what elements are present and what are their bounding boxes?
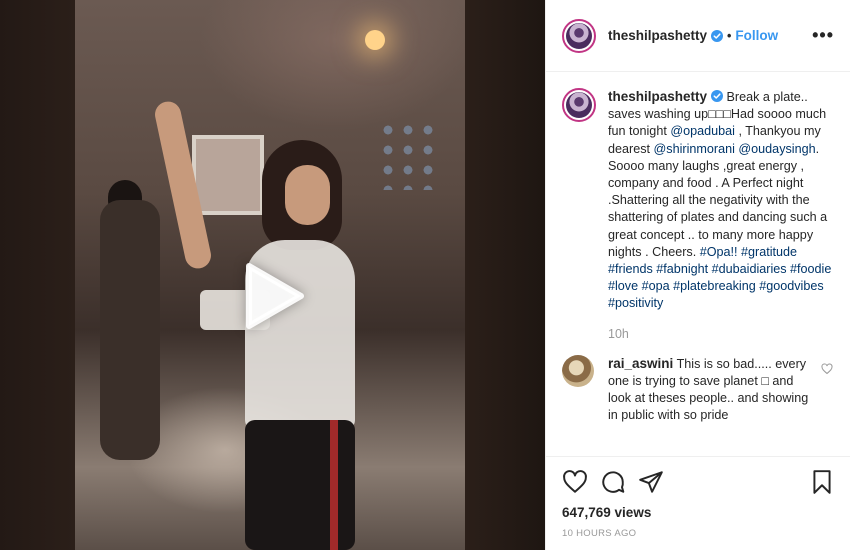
caption-username[interactable]: theshilpashetty — [608, 89, 707, 104]
heart-icon[interactable] — [562, 469, 588, 495]
comment-text: rai_aswini This is so bad..... every one… — [608, 355, 816, 425]
post-sidebar: theshilpashetty • Follow ••• theshilpash… — [545, 0, 850, 550]
mention-oudaysingh[interactable]: @oudaysingh — [738, 142, 815, 156]
wall-painting — [192, 135, 264, 215]
like-comment-icon[interactable] — [821, 363, 833, 375]
dancer-face — [285, 165, 330, 225]
header-separator: • — [727, 28, 732, 43]
wall-plates — [378, 120, 438, 190]
video-letterbox-right — [465, 0, 545, 550]
avatar[interactable] — [562, 18, 596, 53]
play-button[interactable] — [238, 260, 310, 332]
string-light — [365, 30, 385, 50]
verified-badge-icon — [711, 29, 724, 42]
caption: theshilpashetty Break a plate.. saves wa… — [562, 88, 835, 313]
caption-avatar[interactable] — [562, 88, 596, 122]
action-icons — [562, 457, 835, 507]
header-username[interactable]: theshilpashetty — [608, 28, 707, 43]
caption-text: theshilpashetty Break a plate.. saves wa… — [608, 88, 835, 313]
comment-username[interactable]: rai_aswini — [608, 356, 673, 371]
comment-icon[interactable] — [600, 469, 626, 495]
comments-section[interactable]: theshilpashetty Break a plate.. saves wa… — [546, 88, 850, 456]
more-options-button[interactable]: ••• — [812, 25, 834, 46]
caption-timestamp[interactable]: 10h — [608, 327, 835, 341]
share-icon[interactable] — [638, 469, 664, 495]
bookmark-icon[interactable] — [809, 469, 835, 495]
mention-shirinmorani[interactable]: @shirinmorani — [654, 142, 735, 156]
caption-body-4: . Soooo many laughs ,great energy , comp… — [608, 141, 828, 259]
action-bar: 647,769 views 10 HOURS AGO — [546, 456, 850, 539]
video-letterbox-left — [0, 0, 75, 550]
list-item: rai_aswini This is so bad..... every one… — [562, 354, 835, 425]
view-count[interactable]: 647,769 views — [562, 505, 835, 520]
instagram-post: theshilpashetty • Follow ••• theshilpash… — [0, 0, 850, 550]
post-header: theshilpashetty • Follow ••• — [546, 0, 850, 72]
mention-opadubai[interactable]: @opadubai — [670, 124, 735, 138]
follow-button[interactable]: Follow — [735, 28, 778, 43]
background-man — [100, 200, 160, 460]
dancer-pants — [245, 420, 355, 550]
comment-avatar[interactable] — [562, 354, 594, 387]
post-time-ago[interactable]: 10 HOURS AGO — [562, 528, 835, 539]
dancer-pants-stripe — [330, 420, 338, 550]
video-player[interactable] — [0, 0, 545, 550]
play-icon — [246, 263, 304, 329]
verified-badge-icon — [711, 90, 724, 102]
